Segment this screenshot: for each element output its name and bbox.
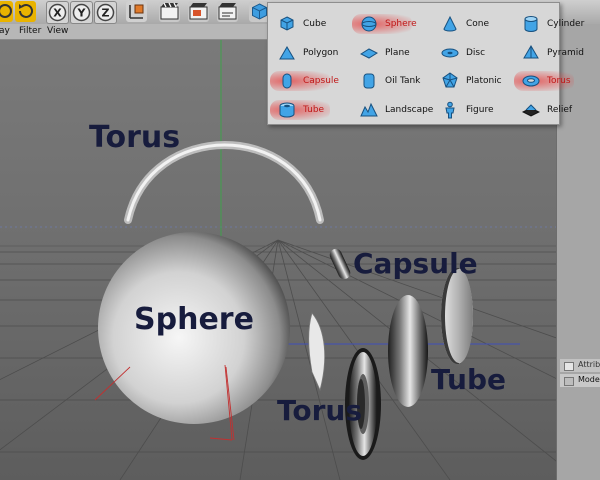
- menu-item-platonic[interactable]: Platonic: [435, 70, 511, 92]
- mode-icon: [564, 377, 574, 386]
- z-axis-lock-icon[interactable]: Z: [94, 1, 117, 24]
- mode-menu[interactable]: Mode: [560, 374, 600, 387]
- attributes-tab[interactable]: Attribut: [560, 359, 600, 372]
- menu-item-polygon[interactable]: Polygon: [272, 42, 348, 64]
- menu-item-relief[interactable]: Relief: [516, 99, 592, 121]
- cinema4d-window: X Y Z ay Filter View Torus Sphere Capsul…: [0, 0, 600, 480]
- polygon-icon: [278, 44, 296, 62]
- relief-icon: [522, 101, 540, 119]
- figure-icon: [441, 101, 459, 119]
- menu-item-disc[interactable]: Disc: [435, 42, 511, 64]
- landscape-icon: [360, 101, 378, 119]
- label-torus-bottom: Torus: [277, 394, 363, 427]
- mode-label: Mode: [578, 375, 600, 384]
- undo-icon[interactable]: [0, 1, 13, 22]
- torus-top-shape: [124, 141, 324, 224]
- torus-icon: [522, 72, 540, 90]
- menu-item-oil-tank[interactable]: Oil Tank: [354, 70, 430, 92]
- label-capsule: Capsule: [353, 247, 478, 280]
- capsule-icon: [278, 72, 296, 90]
- attributes-label: Attribut: [578, 360, 600, 369]
- oil-tank-icon: [360, 72, 378, 90]
- menu-item-capsule[interactable]: Capsule: [270, 70, 348, 92]
- menu-item-cylinder[interactable]: Cylinder: [516, 13, 592, 35]
- x-axis-lock-icon[interactable]: X: [46, 1, 69, 24]
- menu-filter[interactable]: Filter: [19, 26, 41, 36]
- z-axis-glyph: Z: [102, 7, 110, 20]
- menu-item-figure[interactable]: Figure: [435, 99, 511, 121]
- torus-sliver-shape: [308, 312, 326, 392]
- render-picture-viewer-icon[interactable]: [188, 1, 209, 22]
- menu-item-sphere[interactable]: Sphere: [352, 13, 430, 35]
- tube-icon: [278, 101, 296, 119]
- coordinate-system-icon[interactable]: [126, 1, 147, 22]
- menu-item-pyramid[interactable]: Pyramid: [516, 42, 592, 64]
- primitives-popup-menu: Cube Polygon Capsule Tube Sphere Plane O…: [267, 2, 584, 125]
- menu-view[interactable]: View: [47, 26, 68, 36]
- pyramid-icon: [522, 44, 540, 62]
- menu-item-tube[interactable]: Tube: [270, 99, 348, 121]
- label-torus-top: Torus: [89, 120, 181, 155]
- x-axis-glyph: X: [53, 7, 62, 20]
- cylinder-icon: [522, 15, 540, 33]
- cone-icon: [441, 15, 459, 33]
- platonic-icon: [441, 72, 459, 90]
- menu-item-cone[interactable]: Cone: [435, 13, 511, 35]
- render-settings-icon[interactable]: [217, 1, 238, 22]
- menu-item-plane[interactable]: Plane: [354, 42, 430, 64]
- attributes-icon: [564, 362, 574, 371]
- menu-item-cube[interactable]: Cube: [272, 13, 348, 35]
- cube-icon: [278, 15, 296, 33]
- menu-item-landscape[interactable]: Landscape: [354, 99, 433, 121]
- label-sphere: Sphere: [134, 302, 254, 337]
- plane-icon: [360, 44, 378, 62]
- sphere-icon: [360, 15, 378, 33]
- label-tube: Tube: [431, 363, 506, 396]
- menu-item-torus[interactable]: Torus: [514, 70, 592, 92]
- redo-icon[interactable]: [15, 1, 36, 22]
- y-axis-lock-icon[interactable]: Y: [70, 1, 93, 24]
- menu-display[interactable]: ay: [0, 26, 10, 36]
- y-axis-glyph: Y: [77, 7, 87, 20]
- render-view-icon[interactable]: [159, 1, 180, 22]
- right-side-panel: [556, 24, 600, 480]
- disc-icon: [441, 44, 459, 62]
